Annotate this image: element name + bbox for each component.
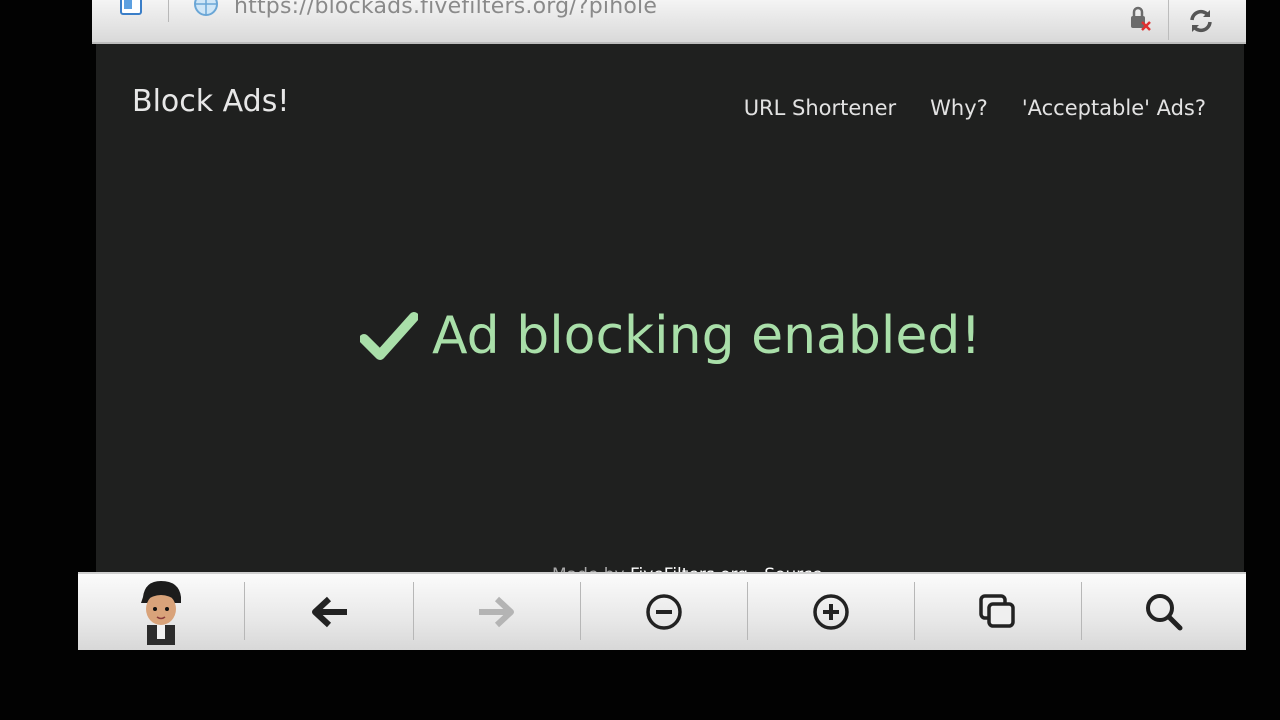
nav-why[interactable]: Why? xyxy=(930,96,988,120)
site-title-link[interactable]: Block Ads! xyxy=(132,84,289,119)
back-button[interactable] xyxy=(245,574,413,650)
tabs-icon xyxy=(979,594,1015,628)
tab-icon[interactable] xyxy=(118,0,146,20)
browser-toolbar xyxy=(78,572,1246,650)
lock-icon xyxy=(1131,6,1151,31)
address-separator xyxy=(168,0,169,22)
zoom-out-button[interactable] xyxy=(581,574,747,650)
web-page: Block Ads! URL Shortener Why? 'Acceptabl… xyxy=(96,44,1244,585)
zoom-in-icon xyxy=(813,594,849,630)
nav-acceptable-ads[interactable]: 'Acceptable' Ads? xyxy=(1022,96,1206,120)
device-screen: https://blockads.fivefilters.org/?pihole… xyxy=(0,0,1280,720)
check-icon xyxy=(360,312,418,360)
search-icon xyxy=(1146,594,1183,631)
url-input[interactable]: https://blockads.fivefilters.org/?pihole xyxy=(234,0,657,19)
avatar[interactable] xyxy=(135,579,187,645)
forward-button[interactable] xyxy=(414,574,580,650)
globe-icon xyxy=(194,0,218,16)
zoom-in-button[interactable] xyxy=(748,574,914,650)
back-icon xyxy=(312,596,347,628)
nav-url-shortener[interactable]: URL Shortener xyxy=(744,96,896,120)
status-message: Ad blocking enabled! xyxy=(360,306,981,366)
status-text: Ad blocking enabled! xyxy=(432,306,982,366)
search-button[interactable] xyxy=(1082,574,1246,650)
forward-icon xyxy=(479,596,514,628)
toolbar-avatar-cell[interactable] xyxy=(78,574,244,650)
tabs-button[interactable] xyxy=(915,574,1081,650)
address-bar: https://blockads.fivefilters.org/?pihole xyxy=(92,0,1246,44)
zoom-out-icon xyxy=(646,594,682,630)
site-nav: URL Shortener Why? 'Acceptable' Ads? xyxy=(744,96,1206,120)
address-separator-right xyxy=(1168,0,1169,40)
reload-icon[interactable] xyxy=(1186,6,1216,36)
